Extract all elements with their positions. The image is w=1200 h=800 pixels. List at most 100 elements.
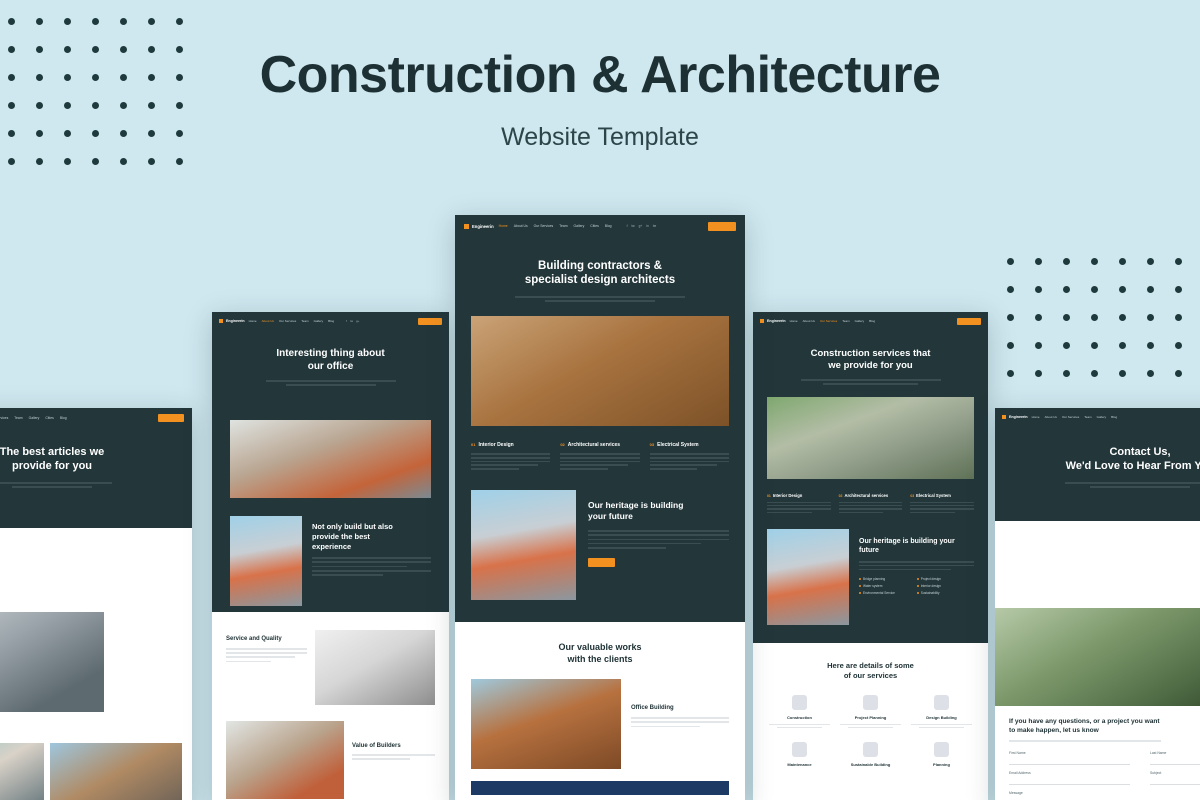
service-title: Architectural services [844, 492, 889, 498]
service-item[interactable]: 03 Electrical System [649, 442, 729, 470]
nav-item-blog[interactable]: Blog [1111, 415, 1117, 419]
service-number: 01 [767, 493, 771, 498]
service-card[interactable]: Construction [769, 694, 830, 729]
mockup-homepage[interactable]: Engineerin Home About Us Our Services Te… [455, 215, 745, 800]
heritage-image [767, 529, 849, 626]
decorative-dot-grid-right [1007, 258, 1182, 377]
nav-cta-button[interactable] [158, 414, 184, 422]
nav-item-about[interactable]: About Us [514, 224, 528, 228]
nav-item-services[interactable]: Our Services [820, 319, 837, 323]
service-title: Architectural services [567, 442, 621, 449]
form-field[interactable]: Message [1009, 791, 1127, 800]
mockup-articles-page[interactable]: Engineerin Home About Us Our Services Te… [0, 408, 192, 800]
section-heading-service-quality: Service and Quality [226, 636, 282, 642]
nav-item-gallery[interactable]: Gallery [855, 319, 865, 323]
service-card[interactable]: Maintenance [769, 742, 830, 767]
details-title: Here are details of some of our services [827, 661, 914, 680]
feature-title: Not only build but also provide the best… [312, 522, 393, 551]
nav-item-team[interactable]: Team [1084, 415, 1091, 419]
service-title: Interior Design [478, 442, 514, 449]
service-number: 01 [471, 442, 476, 448]
field-label: Email Address [1009, 770, 1031, 775]
service-card-label: Sustainable Building [850, 762, 891, 768]
service-card-label: Construction [787, 714, 812, 720]
nav-item-blog[interactable]: Blog [60, 416, 67, 420]
mockup-services-page[interactable]: Engineerin Home About Us Our Services Te… [753, 312, 988, 800]
nav-item-team[interactable]: Team [301, 319, 308, 323]
nav-item-blog[interactable]: Blog [328, 319, 334, 323]
service-item[interactable]: 01 Interior Design [471, 442, 551, 470]
heritage-image [471, 489, 576, 600]
heritage-title: Our heritage is building your future [859, 538, 955, 555]
nav-item-cities[interactable]: Cities [45, 416, 53, 420]
hero-title: The best articles we provide for you [0, 446, 105, 472]
service-title: Electrical System [657, 442, 699, 449]
nav-item-gallery[interactable]: Gallery [29, 416, 40, 420]
service-card-icon [792, 694, 807, 710]
service-card-label: Project Planning [854, 714, 887, 720]
service-card[interactable]: Sustainable Building [840, 742, 901, 767]
work-label: Office Building [631, 705, 674, 712]
read-more-button[interactable] [588, 557, 615, 567]
heritage-list-item: Project design [916, 577, 969, 581]
field-label: Subject [1150, 770, 1162, 775]
form-field[interactable]: Last Name [1150, 751, 1200, 765]
nav-item-services[interactable]: Our Services [534, 224, 554, 228]
nav-item-home[interactable]: Home [790, 319, 798, 323]
nav-item-home[interactable]: Home [1032, 415, 1040, 419]
field-label: First Name [1009, 750, 1026, 755]
mockup-contact-page[interactable]: Engineerin Home About Us Our Services Te… [995, 408, 1200, 800]
service-card[interactable]: Design Building [911, 694, 972, 729]
nav-item-home[interactable]: Home [499, 224, 508, 228]
nav-item-team[interactable]: Team [842, 319, 849, 323]
field-input[interactable] [1150, 777, 1200, 785]
field-label: Last Name [1150, 750, 1167, 755]
nav-item-team[interactable]: Team [559, 224, 567, 228]
nav-cta-button[interactable] [957, 317, 981, 325]
hero-image-site [767, 396, 974, 479]
heritage-list-item: Environmental Service [859, 591, 911, 595]
form-field[interactable]: Email Address [1009, 771, 1130, 785]
service-number: 03 [910, 493, 915, 498]
article-image-1 [0, 743, 44, 800]
field-input[interactable] [1009, 777, 1130, 785]
nav-item-blog[interactable]: Blog [605, 224, 612, 228]
service-item[interactable]: 03 Electrical System [910, 493, 975, 514]
nav-item-gallery[interactable]: Gallery [574, 224, 585, 228]
nav-item-about[interactable]: About Us [1045, 415, 1057, 419]
nav-item-services[interactable]: Our Services [279, 319, 296, 323]
nav-item-services[interactable]: Our Services [0, 416, 8, 420]
nav-item-about[interactable]: About Us [803, 319, 815, 323]
nav-item-home[interactable]: Home [249, 319, 257, 323]
page-header: Construction & Architecture Website Temp… [0, 0, 1200, 152]
heritage-list-item: Interior design [916, 584, 969, 588]
service-item[interactable]: 02 Architectural services [560, 442, 640, 470]
hero-title: Building contractors & specialist design… [524, 260, 676, 287]
nav-item-services[interactable]: Our Services [1062, 415, 1079, 419]
service-card-icon [934, 694, 949, 710]
field-input[interactable] [1150, 757, 1200, 765]
nav-item-team[interactable]: Team [14, 416, 22, 420]
heritage-list-item: Water system [859, 584, 911, 588]
nav-item-about[interactable]: About Us [262, 319, 274, 323]
field-input[interactable] [1009, 757, 1130, 765]
service-card[interactable]: Project Planning [840, 694, 901, 729]
nav-cta-button[interactable] [708, 221, 736, 231]
service-card[interactable]: Planning [911, 742, 972, 767]
section-image-building [230, 516, 302, 606]
service-item[interactable]: 01 Interior Design [767, 493, 831, 514]
nav-item-gallery[interactable]: Gallery [1097, 415, 1107, 419]
field-label: Message [1009, 790, 1023, 795]
service-number: 02 [838, 493, 843, 498]
service-item[interactable]: 02 Architectural services [838, 492, 903, 514]
social-links[interactable]: f tw g+ in be [627, 224, 657, 228]
nav-item-cities[interactable]: Cities [590, 224, 598, 228]
mockup-about-office-page[interactable]: Engineerin Home About Us Our Services Te… [212, 312, 449, 800]
nav-cta-button[interactable] [418, 317, 442, 325]
form-field[interactable]: Subject [1150, 771, 1200, 785]
nav-item-gallery[interactable]: Gallery [314, 319, 324, 323]
social-links[interactable]: f tw g+ [346, 319, 359, 323]
service-card-icon [863, 694, 878, 710]
nav-item-blog[interactable]: Blog [869, 319, 875, 323]
form-field[interactable]: First Name [1009, 751, 1130, 765]
